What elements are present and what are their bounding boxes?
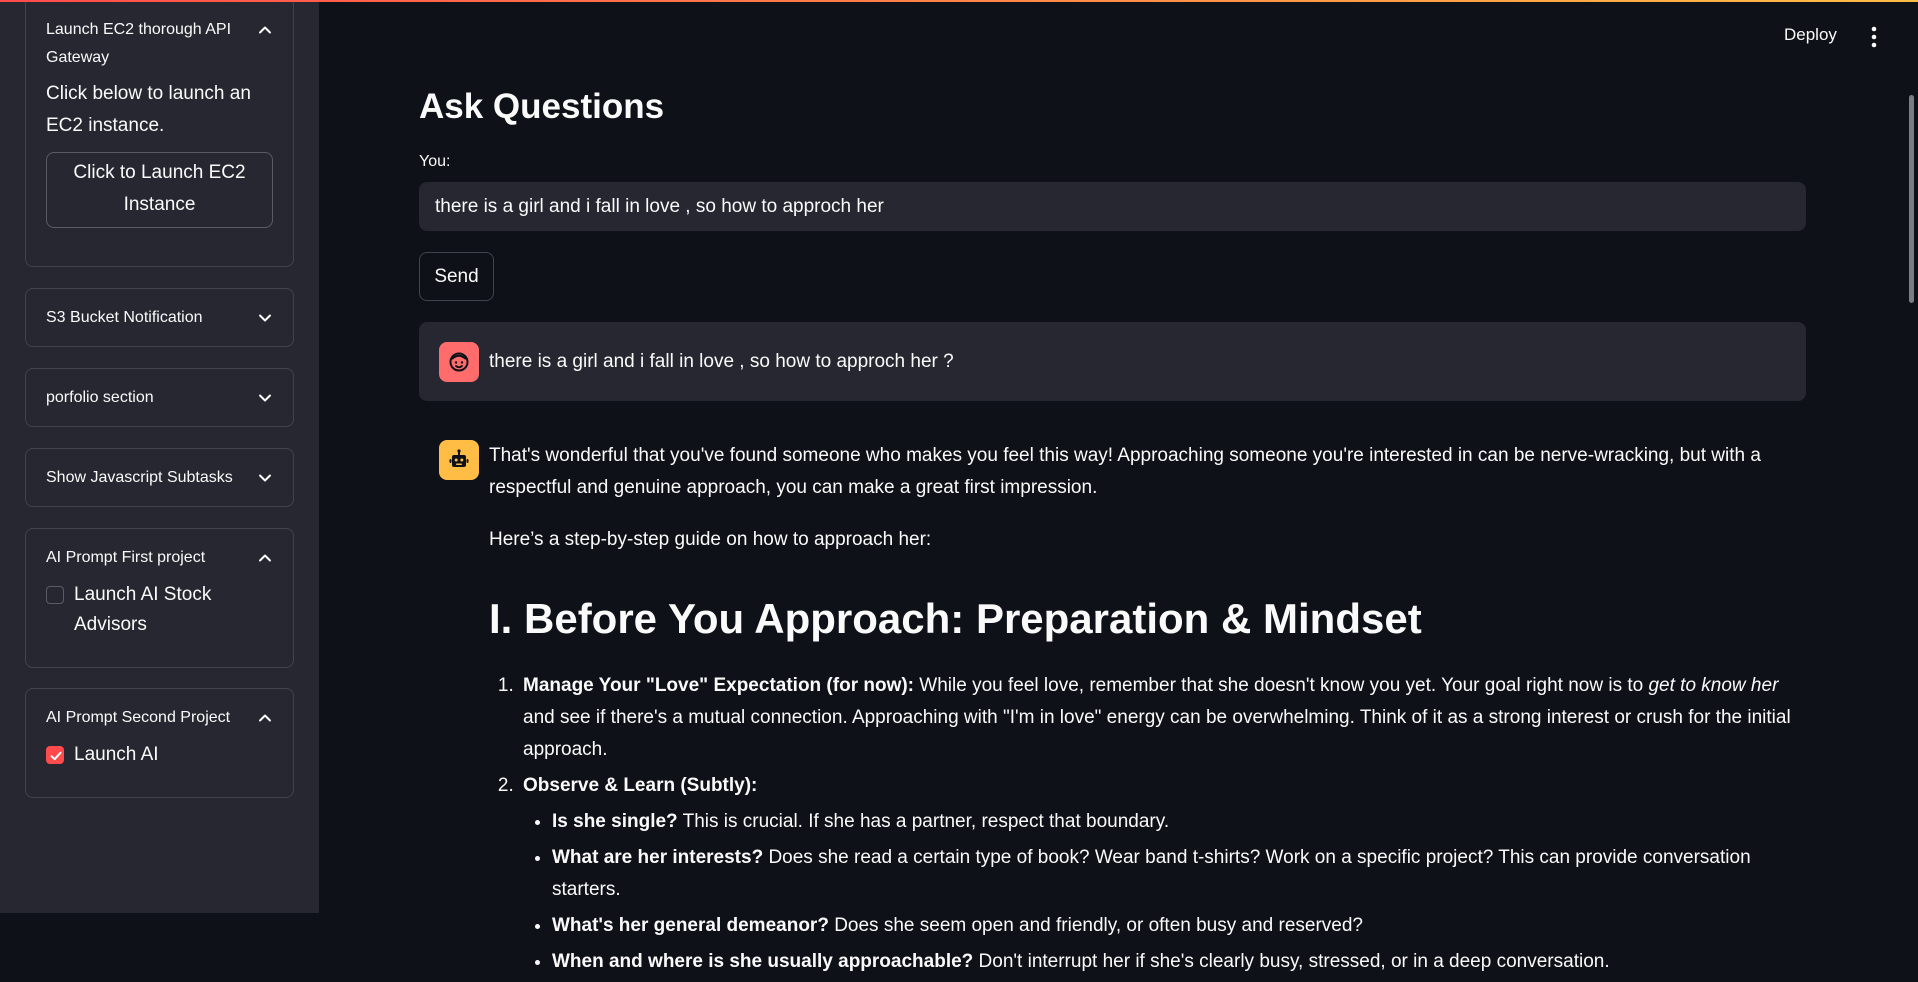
expander-javascript-subtasks: Show Javascript Subtasks: [25, 448, 294, 507]
user-message-text: there is a girl and i fall in love , so …: [489, 350, 954, 372]
input-label: You:: [419, 153, 451, 170]
chevron-down-icon: [259, 314, 271, 322]
expander-title: AI Prompt Second Project: [46, 709, 231, 726]
sub-list: Is she single? This is crucial. If she h…: [523, 806, 1809, 978]
chevron-up-icon: [259, 26, 271, 34]
list-item: Is she single? This is crucial. If she h…: [552, 806, 1809, 838]
smiley-face-icon: [449, 352, 469, 371]
expander-header-launch-ec2[interactable]: Launch EC2 thorough API Gateway: [26, 0, 293, 72]
expander-description: Click below to launch an EC2 instance.: [46, 83, 251, 136]
main-scrollbar[interactable]: [1909, 95, 1914, 303]
expander-launch-ec2: Launch EC2 thorough API Gateway Click be…: [25, 0, 294, 267]
send-button[interactable]: Send: [419, 252, 494, 301]
question-input[interactable]: [419, 182, 1806, 231]
list-item: Observe & Learn (Subtly): Is she single?…: [519, 770, 1809, 978]
expander-portfolio: porfolio section: [25, 368, 294, 427]
launch-ai-stock-advisors-checkbox-row[interactable]: Launch AI Stock Advisors: [46, 580, 273, 640]
chevron-up-icon: [259, 714, 271, 722]
assistant-chat-message: That's wonderful that you've found someo…: [489, 440, 1809, 982]
launch-ai-stock-advisors-checkbox[interactable]: [46, 586, 64, 604]
list-item: Manage Your "Love" Expectation (for now)…: [519, 670, 1809, 766]
sub-text: Does she seem open and friendly, or ofte…: [828, 915, 1363, 936]
expander-header-portfolio[interactable]: porfolio section: [26, 369, 293, 412]
step-text: and see if there's a mutual connection. …: [523, 707, 1791, 760]
expander-header-javascript-subtasks[interactable]: Show Javascript Subtasks: [26, 449, 293, 492]
expander-title: S3 Bucket Notification: [46, 309, 203, 326]
robot-icon: [449, 449, 469, 467]
step-title: Observe & Learn (Subtly):: [523, 775, 758, 796]
list-item: What's her general demeanor? Does she se…: [552, 910, 1809, 942]
user-chat-message: there is a girl and i fall in love , so …: [419, 322, 1806, 401]
chevron-up-icon: [259, 554, 271, 562]
chevron-down-icon: [259, 394, 271, 402]
expander-s3-bucket: S3 Bucket Notification: [25, 288, 294, 347]
step-text: While you feel love, remember that she d…: [914, 675, 1649, 696]
launch-ai-checkbox-row[interactable]: Launch AI: [46, 740, 273, 770]
top-decoration-bar: [0, 0, 1918, 2]
expander-header-ai-prompt-second[interactable]: AI Prompt Second Project: [26, 689, 293, 732]
sub-title: Is she single?: [552, 811, 678, 832]
user-avatar: [439, 341, 479, 382]
expander-header-s3-bucket[interactable]: S3 Bucket Notification: [26, 289, 293, 332]
launch-ai-checkbox[interactable]: [46, 746, 64, 764]
checkbox-label: Launch AI Stock Advisors: [74, 584, 212, 635]
page-title: Ask Questions: [419, 87, 665, 126]
assistant-intro: That's wonderful that you've found someo…: [489, 445, 1761, 498]
assistant-heading: I. Before You Approach: Preparation & Mi…: [489, 595, 1422, 642]
expander-title: Launch EC2 thorough API Gateway: [46, 21, 232, 66]
sub-text: This is crucial. If she has a partner, r…: [677, 811, 1170, 832]
sub-title: What's her general demeanor?: [552, 915, 829, 936]
sub-title: When and where is she usually approachab…: [552, 951, 974, 972]
list-item: What are her interests? Does she read a …: [552, 842, 1809, 906]
chevron-down-icon: [259, 474, 271, 482]
sub-text: Don't interrupt her if she's clearly bus…: [973, 951, 1610, 972]
main-content: Ask Questions You: Send there is a girl …: [319, 0, 1909, 972]
sidebar: Launch EC2 thorough API Gateway Click be…: [0, 0, 319, 913]
expander-header-ai-prompt-first[interactable]: AI Prompt First project: [26, 529, 293, 572]
step-emphasis: get to know her: [1648, 675, 1779, 696]
launch-ec2-button[interactable]: Click to Launch EC2 Instance: [46, 152, 273, 228]
expander-ai-prompt-second: AI Prompt Second Project Launch AI: [25, 688, 294, 798]
sub-title: What are her interests?: [552, 847, 764, 868]
checkbox-label: Launch AI: [74, 744, 159, 765]
steps-list: Manage Your "Love" Expectation (for now)…: [489, 670, 1809, 978]
expander-title: porfolio section: [46, 389, 154, 406]
checkmark-icon: [50, 751, 62, 761]
expander-title: Show Javascript Subtasks: [46, 469, 233, 486]
expander-ai-prompt-first: AI Prompt First project Launch AI Stock …: [25, 528, 294, 668]
assistant-guide-line: Here’s a step-by-step guide on how to ap…: [489, 529, 932, 550]
step-title: Manage Your "Love" Expectation (for now)…: [523, 675, 915, 696]
expander-title: AI Prompt First project: [46, 549, 206, 566]
list-item: When and where is she usually approachab…: [552, 946, 1809, 978]
assistant-avatar: [439, 440, 479, 480]
